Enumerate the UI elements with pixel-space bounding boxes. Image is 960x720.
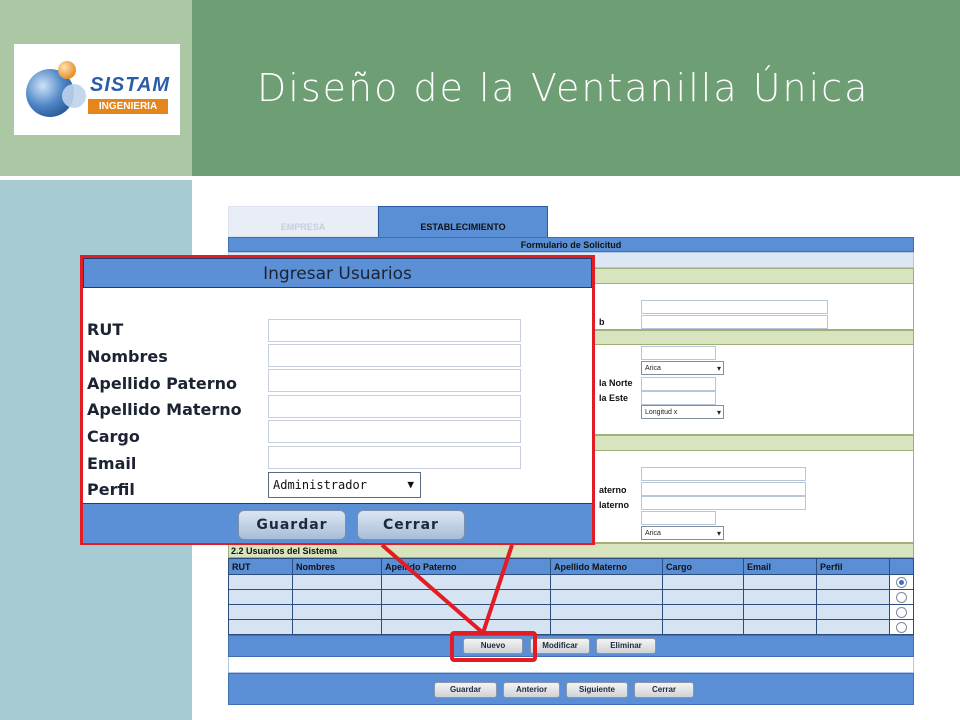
dialog-title: Ingresar Usuarios bbox=[83, 258, 592, 288]
dialog-save-button[interactable]: Guardar bbox=[238, 510, 346, 540]
field-label-apellido-materno: Apellido Materno bbox=[87, 400, 242, 419]
field-label-apellido-paterno: Apellido Paterno bbox=[87, 374, 238, 393]
callout-highlight bbox=[450, 631, 537, 662]
callout-line bbox=[380, 543, 485, 635]
apellido-materno-input[interactable] bbox=[268, 395, 521, 418]
chevron-down-icon: ▼ bbox=[407, 478, 414, 491]
field-label-perfil: Perfil bbox=[87, 480, 135, 499]
cargo-input[interactable] bbox=[268, 420, 521, 443]
apellido-paterno-input[interactable] bbox=[268, 369, 521, 392]
email-input[interactable] bbox=[268, 446, 521, 469]
rut-input[interactable] bbox=[268, 319, 521, 342]
nombres-input[interactable] bbox=[268, 344, 521, 367]
ingresar-usuarios-dialog: Ingresar Usuarios RUT Nombres Apellido P… bbox=[80, 255, 595, 545]
callout-line bbox=[481, 544, 514, 634]
dialog-close-button[interactable]: Cerrar bbox=[357, 510, 465, 540]
field-label-nombres: Nombres bbox=[87, 347, 168, 366]
field-label-rut: RUT bbox=[87, 320, 124, 339]
perfil-select-value: Administrador bbox=[273, 478, 367, 492]
field-label-email: Email bbox=[87, 454, 137, 473]
perfil-select[interactable]: Administrador ▼ bbox=[268, 472, 421, 498]
field-label-cargo: Cargo bbox=[87, 427, 140, 446]
